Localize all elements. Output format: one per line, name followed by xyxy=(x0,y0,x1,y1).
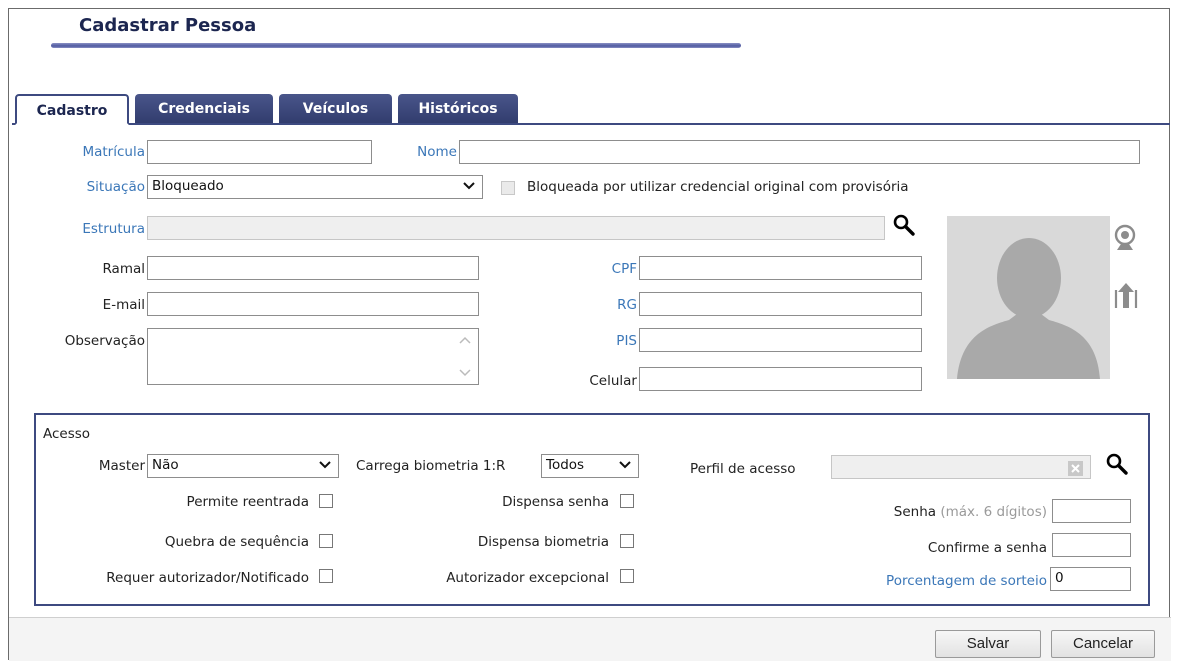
situacao-label: Situação xyxy=(86,179,145,195)
porcentagem-sorteio-input[interactable]: 0 xyxy=(1050,567,1131,591)
senha-label-text: Senha xyxy=(893,504,937,520)
dispensa-biometria-checkbox[interactable] xyxy=(620,534,634,548)
webcam-icon[interactable] xyxy=(1112,223,1138,253)
estrutura-label: Estrutura xyxy=(82,221,145,237)
clear-icon[interactable] xyxy=(1068,461,1083,476)
tab-rule xyxy=(12,123,1170,125)
chevron-down-icon xyxy=(319,461,331,469)
nome-label: Nome xyxy=(417,144,457,160)
rg-label: RG xyxy=(617,297,637,313)
senha-input[interactable] xyxy=(1052,499,1131,523)
observacao-label: Observação xyxy=(64,333,145,349)
cpf-label: CPF xyxy=(611,261,637,277)
carrega-biometria-label: Carrega biometria 1:R xyxy=(356,458,506,474)
tab-veiculos[interactable]: Veículos xyxy=(279,94,392,125)
upload-photo-icon[interactable] xyxy=(1113,281,1139,311)
matricula-label: Matrícula xyxy=(82,144,145,160)
tab-credenciais[interactable]: Credenciais xyxy=(135,94,273,125)
page-title: Cadastrar Pessoa xyxy=(79,15,257,36)
permite-reentrada-checkbox[interactable] xyxy=(319,494,333,508)
save-button[interactable]: Salvar xyxy=(935,630,1041,658)
senha-hint: (máx. 6 dígitos) xyxy=(940,504,1047,520)
acesso-title: Acesso xyxy=(43,426,91,442)
search-icon[interactable] xyxy=(892,213,918,239)
chevron-down-icon xyxy=(619,461,631,469)
autorizador-excepcional-checkbox[interactable] xyxy=(620,569,634,583)
clear-x-glyph xyxy=(1071,464,1080,473)
carrega-biometria-select[interactable]: Todos xyxy=(541,454,639,478)
master-value: Não xyxy=(152,457,179,473)
cpf-input[interactable] xyxy=(639,256,922,280)
bloqueada-checkbox[interactable] xyxy=(501,181,515,195)
tab-historicos[interactable]: Históricos xyxy=(398,94,518,125)
requer-autorizador-label: Requer autorizador/Notificado xyxy=(106,570,309,586)
tab-cadastro[interactable]: Cadastro xyxy=(15,94,129,125)
master-label: Master xyxy=(98,458,145,474)
scroll-down-icon[interactable] xyxy=(458,368,472,378)
scroll-up-icon[interactable] xyxy=(458,335,472,345)
confirme-senha-input[interactable] xyxy=(1052,533,1131,557)
confirme-senha-label: Confirme a senha xyxy=(927,540,1047,556)
chevron-down-icon xyxy=(463,182,475,190)
title-underline xyxy=(51,43,741,48)
matricula-input[interactable] xyxy=(147,140,372,164)
dispensa-senha-checkbox[interactable] xyxy=(620,494,634,508)
carrega-biometria-value: Todos xyxy=(546,457,585,473)
perfil-acesso-input[interactable] xyxy=(831,455,1091,479)
situacao-select[interactable]: Bloqueado xyxy=(147,175,483,199)
celular-input[interactable] xyxy=(639,367,922,391)
celular-label: Celular xyxy=(589,373,637,389)
rg-input[interactable] xyxy=(639,292,922,316)
bloqueada-label: Bloqueada por utilizar credencial origin… xyxy=(527,179,909,195)
dispensa-biometria-label: Dispensa biometria xyxy=(477,534,609,550)
perfil-acesso-label: Perfil de acesso xyxy=(690,461,796,477)
estrutura-input[interactable] xyxy=(147,216,885,240)
search-icon[interactable] xyxy=(1105,452,1131,478)
requer-autorizador-checkbox[interactable] xyxy=(319,569,333,583)
situacao-value: Bloqueado xyxy=(152,178,224,194)
footer-divider xyxy=(9,617,1171,618)
email-input[interactable] xyxy=(147,292,479,316)
quebra-sequencia-checkbox[interactable] xyxy=(319,534,333,548)
dispensa-senha-label: Dispensa senha xyxy=(502,494,609,510)
master-select[interactable]: Não xyxy=(147,454,339,478)
window: Cadastrar Pessoa Cadastro Credenciais Ve… xyxy=(8,8,1171,661)
porcentagem-sorteio-label: Porcentagem de sorteio xyxy=(886,573,1047,589)
permite-reentrada-label: Permite reentrada xyxy=(186,494,309,510)
avatar-silhouette-icon xyxy=(947,216,1110,379)
senha-label: Senha (máx. 6 dígitos) xyxy=(769,504,1047,520)
observacao-textarea[interactable] xyxy=(147,328,479,385)
pis-input[interactable] xyxy=(639,328,922,352)
email-label: E-mail xyxy=(102,297,145,313)
pis-label: PIS xyxy=(616,333,637,349)
cancel-button[interactable]: Cancelar xyxy=(1051,630,1155,658)
autorizador-excepcional-label: Autorizador excepcional xyxy=(446,570,609,586)
ramal-input[interactable] xyxy=(147,256,479,280)
ramal-label: Ramal xyxy=(102,261,145,277)
quebra-sequencia-label: Quebra de sequência xyxy=(164,534,309,550)
avatar-placeholder xyxy=(947,216,1110,379)
nome-input[interactable] xyxy=(459,140,1140,164)
